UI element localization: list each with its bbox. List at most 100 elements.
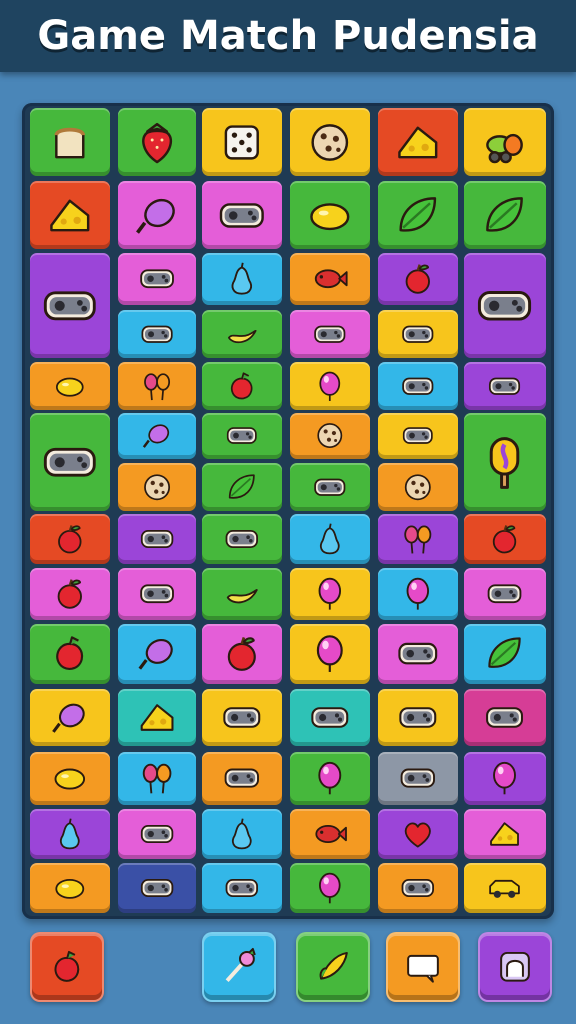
gamepad-icon: [30, 253, 110, 358]
tile-pepper[interactable]: [30, 624, 110, 684]
tile-cheese[interactable]: [118, 689, 196, 746]
tile-lemon[interactable]: [30, 863, 110, 913]
tile-balloon[interactable]: [290, 568, 370, 620]
tile-gamepad[interactable]: [290, 463, 370, 511]
tile-cheese[interactable]: [378, 108, 458, 176]
tray-slot-tablet[interactable]: [386, 932, 460, 1002]
tile-cookie[interactable]: [118, 463, 196, 511]
tile-gamepad[interactable]: [464, 568, 546, 620]
tile-heart[interactable]: [378, 809, 458, 859]
tile-cookie[interactable]: [290, 108, 370, 176]
tile-balloon[interactable]: [464, 752, 546, 805]
tile-gamepad[interactable]: [30, 413, 110, 511]
tile-gamepad[interactable]: [290, 689, 370, 746]
tile-gamepad[interactable]: [378, 362, 458, 410]
tile-gamepad[interactable]: [378, 689, 458, 746]
tile-fruit-bunch[interactable]: [464, 108, 546, 176]
tile-car[interactable]: [464, 863, 546, 913]
apple-icon: [202, 624, 282, 684]
tile-apple[interactable]: [30, 568, 110, 620]
tile-gamepad[interactable]: [378, 624, 458, 684]
gamepad-icon: [464, 689, 546, 746]
tile-pepper[interactable]: [202, 362, 282, 410]
tile-gamepad[interactable]: [202, 181, 282, 249]
tile-lemon[interactable]: [290, 181, 370, 249]
tile-leaf[interactable]: [464, 624, 546, 684]
tile-apple[interactable]: [30, 514, 110, 564]
tray-slot-portal[interactable]: [478, 932, 552, 1002]
tile-lemon[interactable]: [30, 752, 110, 805]
gamepad-icon: [118, 514, 196, 564]
tray-slot-corn[interactable]: [296, 932, 370, 1002]
tile-fish[interactable]: [290, 809, 370, 859]
wand-icon: [204, 934, 274, 1000]
gamepad-icon: [202, 181, 282, 249]
tray-slot-wand[interactable]: [202, 932, 276, 1002]
tile-cheese[interactable]: [30, 181, 110, 249]
tile-gamepad[interactable]: [464, 689, 546, 746]
tile-gamepad[interactable]: [202, 863, 282, 913]
tile-gamepad[interactable]: [378, 310, 458, 358]
tile-cheese[interactable]: [464, 809, 546, 859]
tile-apple[interactable]: [378, 253, 458, 305]
tile-balloons[interactable]: [118, 362, 196, 410]
tile-fish[interactable]: [290, 253, 370, 305]
tile-strawberry[interactable]: [118, 108, 196, 176]
tile-pear[interactable]: [290, 514, 370, 564]
lemon-icon: [290, 181, 370, 249]
heart-icon: [378, 809, 458, 859]
candy-icon: [118, 181, 196, 249]
tile-dice[interactable]: [202, 108, 282, 176]
tile-gamepad[interactable]: [378, 863, 458, 913]
tile-gamepad[interactable]: [118, 863, 196, 913]
tile-gamepad[interactable]: [202, 752, 282, 805]
tile-pear[interactable]: [202, 253, 282, 305]
tray-slot-pepper[interactable]: [30, 932, 104, 1002]
tile-lemon[interactable]: [30, 362, 110, 410]
tile-balloon[interactable]: [290, 362, 370, 410]
tile-balloon[interactable]: [290, 863, 370, 913]
tile-apple[interactable]: [464, 514, 546, 564]
tile-pear[interactable]: [202, 809, 282, 859]
tile-gamepad[interactable]: [202, 514, 282, 564]
tile-balloon[interactable]: [378, 568, 458, 620]
tile-gamepad[interactable]: [378, 413, 458, 459]
tile-banana[interactable]: [202, 310, 282, 358]
tile-candy[interactable]: [30, 689, 110, 746]
pear-icon: [202, 809, 282, 859]
tile-banana[interactable]: [202, 568, 282, 620]
tile-gamepad[interactable]: [118, 514, 196, 564]
tile-gamepad[interactable]: [202, 413, 282, 459]
cookie-icon: [118, 463, 196, 511]
tile-pear[interactable]: [30, 809, 110, 859]
gamepad-icon: [202, 863, 282, 913]
tile-gamepad[interactable]: [118, 568, 196, 620]
tile-gamepad[interactable]: [118, 310, 196, 358]
tile-gamepad[interactable]: [202, 689, 282, 746]
tile-gamepad[interactable]: [378, 752, 458, 805]
tile-balloon[interactable]: [290, 752, 370, 805]
fish-icon: [290, 253, 370, 305]
gamepad-icon: [464, 362, 546, 410]
tile-cookie[interactable]: [378, 463, 458, 511]
tile-popsicle[interactable]: [464, 413, 546, 511]
tile-balloons[interactable]: [118, 752, 196, 805]
tile-gamepad[interactable]: [118, 809, 196, 859]
tile-gamepad[interactable]: [464, 253, 546, 358]
tile-balloon[interactable]: [290, 624, 370, 684]
tile-candy[interactable]: [118, 624, 196, 684]
gamepad-icon: [378, 752, 458, 805]
tile-balloons[interactable]: [378, 514, 458, 564]
tile-gamepad[interactable]: [290, 310, 370, 358]
tile-cookie[interactable]: [290, 413, 370, 459]
tile-candy[interactable]: [118, 413, 196, 459]
tile-gamepad[interactable]: [464, 362, 546, 410]
tile-gamepad[interactable]: [30, 253, 110, 358]
tile-toast[interactable]: [30, 108, 110, 176]
tile-apple[interactable]: [202, 624, 282, 684]
tile-gamepad[interactable]: [118, 253, 196, 305]
tile-leaf[interactable]: [378, 181, 458, 249]
tile-leaf[interactable]: [464, 181, 546, 249]
tile-candy[interactable]: [118, 181, 196, 249]
tile-leaf[interactable]: [202, 463, 282, 511]
